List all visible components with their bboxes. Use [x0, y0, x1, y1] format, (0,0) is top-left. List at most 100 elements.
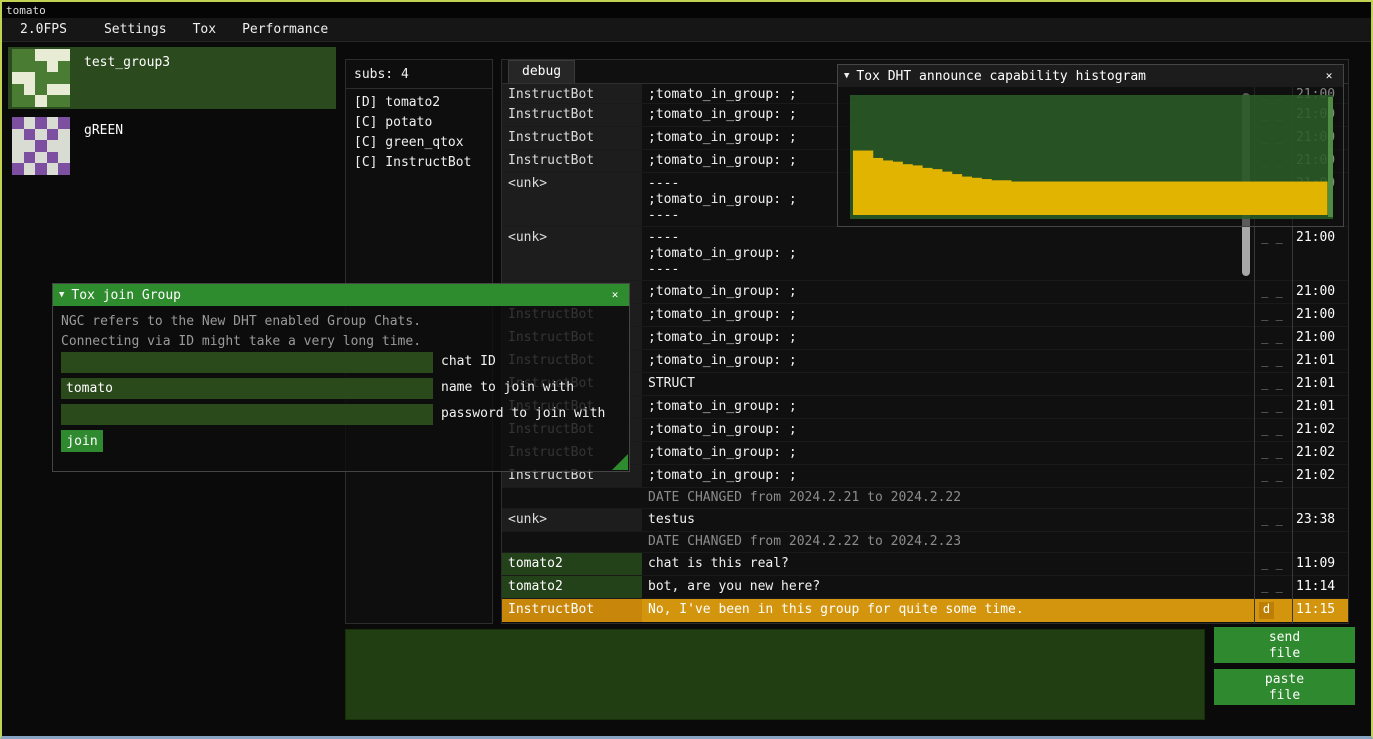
- delivery-marks: _ _: [1256, 445, 1288, 459]
- date-changed-text: DATE CHANGED from 2024.2.21 to 2024.2.22: [648, 490, 961, 505]
- group-item-test_group3[interactable]: test_group3: [8, 47, 336, 109]
- sender-name: InstructBot: [502, 84, 642, 103]
- date-separator-row[interactable]: DATE CHANGED from 2024.2.22 to 2024.2.23: [502, 532, 1348, 553]
- delivery-marks: _ _: [1256, 556, 1288, 570]
- member-item[interactable]: [C] potato: [346, 113, 492, 133]
- message-row[interactable]: <unk>----;tomato_in_group: ;---- _ _ 21:00: [502, 227, 1348, 281]
- timestamp: 11:15: [1296, 602, 1346, 617]
- join-description-line1: NGC refers to the New DHT enabled Group …: [61, 314, 421, 329]
- sender-name: InstructBot: [502, 127, 642, 149]
- message-input[interactable]: [345, 629, 1205, 720]
- timestamp: 21:02: [1296, 422, 1346, 437]
- timestamp: 11:14: [1296, 579, 1346, 594]
- join-group-window: ▼ Tox join Group ✕ NGC refers to the New…: [52, 283, 630, 472]
- date-separator-row[interactable]: DATE CHANGED from 2024.2.21 to 2024.2.22: [502, 488, 1348, 509]
- histogram-window: ▼ Tox DHT announce capability histogram …: [837, 64, 1344, 227]
- message-text: ;tomato_in_group: ;: [648, 399, 1248, 415]
- sender-name: InstructBot: [502, 599, 642, 622]
- histogram-titlebar[interactable]: ▼ Tox DHT announce capability histogram …: [838, 65, 1343, 87]
- delivery-marks: _ _: [1256, 512, 1288, 526]
- delivery-marks: _ _: [1256, 579, 1288, 593]
- send-file-button[interactable]: send file: [1214, 627, 1355, 663]
- join-group-title: Tox join Group: [71, 288, 600, 303]
- tab-debug[interactable]: debug: [508, 60, 575, 83]
- member-list: [D] tomato2[C] potato[C] green_qtox[C] I…: [346, 93, 492, 173]
- join-password-field[interactable]: [61, 404, 433, 425]
- join-password-label: password to join with: [441, 406, 605, 421]
- paste-file-button[interactable]: paste file: [1214, 669, 1355, 705]
- sender-name: tomato2: [502, 553, 642, 575]
- message-row[interactable]: tomato2chat is this real?_ _11:09: [502, 553, 1348, 576]
- sender-name: <unk>: [502, 173, 642, 226]
- menu-bar: 2.0FPS SettingsToxPerformance: [2, 18, 1371, 42]
- menu-item-settings[interactable]: Settings: [91, 22, 180, 37]
- message-text: STRUCT: [648, 376, 1248, 392]
- timestamp: 21:00: [1296, 284, 1346, 299]
- group-name: gREEN: [84, 123, 123, 138]
- delivery-marks: _ _: [1256, 284, 1288, 298]
- window-titlebar[interactable]: tomato: [2, 2, 1371, 18]
- app-window: tomato 2.0FPS SettingsToxPerformance tes…: [0, 0, 1373, 739]
- delivery-marks: d: [1259, 602, 1274, 619]
- message-text: ;tomato_in_group: ;: [648, 330, 1248, 346]
- group-name: test_group3: [84, 55, 170, 70]
- sender-name: <unk>: [502, 509, 642, 531]
- timestamp: 21:00: [1296, 230, 1346, 245]
- timestamp: 21:00: [1296, 330, 1346, 345]
- delivery-marks: _ _: [1256, 330, 1288, 344]
- timestamp: 21:00: [1296, 307, 1346, 322]
- message-row[interactable]: InstructBot No, I've been in this group f…: [502, 599, 1348, 622]
- message-text: ;tomato_in_group: ;: [648, 422, 1248, 438]
- message-row[interactable]: <unk> testus _ _ 23:38: [502, 509, 1348, 532]
- menu-item-performance[interactable]: Performance: [229, 22, 341, 37]
- group-item-gREEN[interactable]: gREEN: [8, 115, 336, 177]
- message-text: No, I've been in this group for quite so…: [648, 602, 1248, 618]
- close-icon[interactable]: ✕: [607, 287, 623, 303]
- message-text: ;tomato_in_group: ;: [648, 353, 1248, 369]
- sender-name: tomato2: [502, 576, 642, 598]
- timestamp: 23:38: [1296, 512, 1346, 527]
- plot-right-highlight: [1328, 97, 1333, 217]
- timestamp: 21:01: [1296, 376, 1346, 391]
- divider: [346, 88, 492, 89]
- delivery-marks: _ _: [1256, 376, 1288, 390]
- message-text: ;tomato_in_group: ;: [648, 445, 1248, 461]
- message-text: testus: [648, 512, 1248, 528]
- sender-name: InstructBot: [502, 104, 642, 126]
- delivery-marks: _ _: [1256, 468, 1288, 482]
- message-text: ;tomato_in_group: ;: [648, 307, 1248, 323]
- chat-id-label: chat ID: [441, 354, 496, 369]
- date-changed-text: DATE CHANGED from 2024.2.22 to 2024.2.23: [648, 534, 961, 549]
- group-avatar: [12, 117, 70, 175]
- delivery-marks: _ _: [1256, 353, 1288, 367]
- delivery-marks: _ _: [1256, 230, 1288, 244]
- timestamp: 21:01: [1296, 399, 1346, 414]
- delivery-marks: _ _: [1256, 399, 1288, 413]
- join-description-line2: Connecting via ID might take a very long…: [61, 334, 421, 349]
- members-header: subs: 4: [346, 60, 492, 86]
- member-item[interactable]: [D] tomato2: [346, 93, 492, 113]
- join-name-field[interactable]: [61, 378, 433, 399]
- resize-grip[interactable]: [612, 454, 628, 470]
- menu-item-tox[interactable]: Tox: [180, 22, 229, 37]
- message-text: chat is this real?: [648, 556, 1248, 572]
- collapse-arrow-icon[interactable]: ▼: [59, 290, 64, 300]
- message-row[interactable]: tomato2bot, are you new here?_ _11:14: [502, 576, 1348, 599]
- message-text: ----;tomato_in_group: ;----: [648, 230, 1248, 278]
- join-button[interactable]: join: [61, 430, 103, 452]
- window-title: tomato: [6, 4, 46, 17]
- sender-name: <unk>: [502, 227, 642, 280]
- group-avatar: [12, 49, 70, 107]
- collapse-arrow-icon[interactable]: ▼: [844, 71, 849, 81]
- fps-counter: 2.0FPS: [10, 22, 77, 37]
- member-item[interactable]: [C] green_qtox: [346, 133, 492, 153]
- chat-id-field[interactable]: [61, 352, 433, 373]
- member-item[interactable]: [C] InstructBot: [346, 153, 492, 173]
- histogram-plot[interactable]: [850, 95, 1333, 219]
- close-icon[interactable]: ✕: [1321, 68, 1337, 84]
- message-text: ;tomato_in_group: ;: [648, 284, 1248, 300]
- delivery-marks: _ _: [1256, 422, 1288, 436]
- join-group-titlebar[interactable]: ▼ Tox join Group ✕: [53, 284, 629, 306]
- timestamp: 21:02: [1296, 468, 1346, 483]
- message-text: ;tomato_in_group: ;: [648, 468, 1248, 484]
